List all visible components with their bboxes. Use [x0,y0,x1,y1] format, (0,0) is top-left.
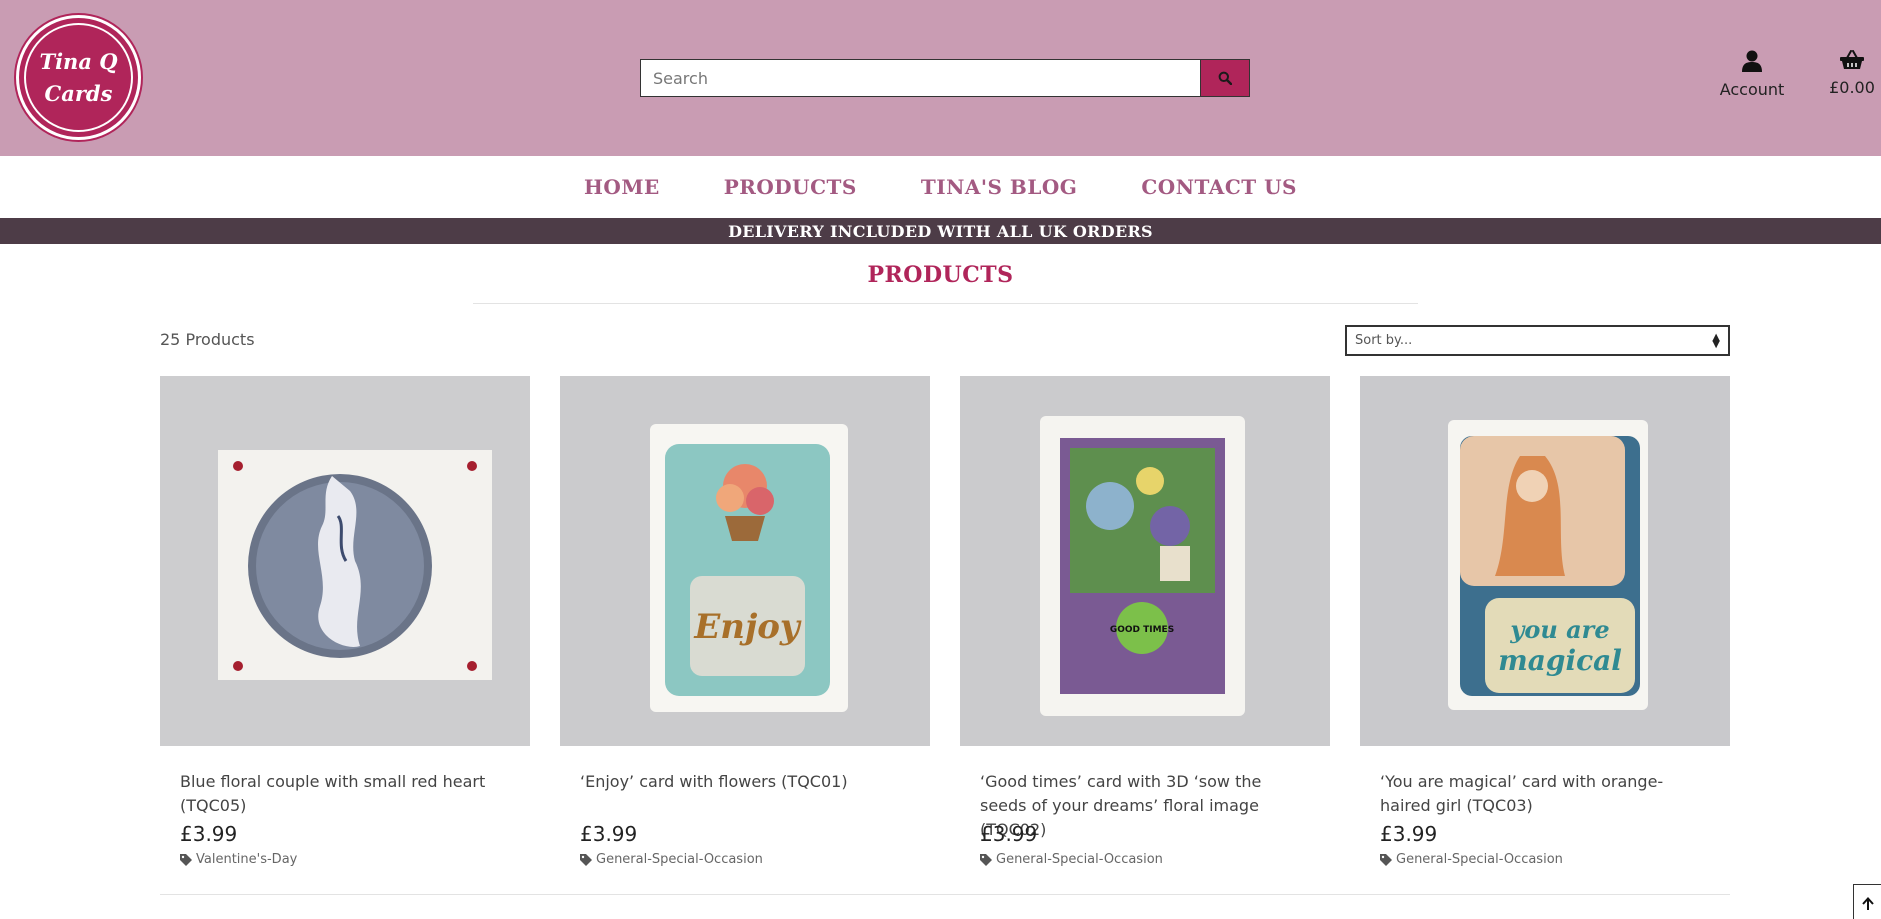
product-image-text: GOOD TIMES [1110,625,1174,635]
site-header: Tina Q Cards Account £0.00 [0,0,1881,156]
product-title[interactable]: ‘You are magical’ card with orange-haire… [1380,770,1710,818]
products-row-divider [160,894,1730,895]
product-category-link[interactable]: General-Special-Occasion [980,852,1310,867]
product-image[interactable]: you are magical [1360,376,1730,746]
product-image[interactable] [160,376,530,746]
nav-item-blog[interactable]: TINA'S BLOG [921,175,1078,199]
search-button[interactable] [1200,59,1250,97]
product-category: General-Special-Occasion [1396,852,1563,867]
sort-select-value: Sort by... [1355,333,1413,348]
product-price: £3.99 [180,822,238,846]
delivery-banner: DELIVERY INCLUDED WITH ALL UK ORDERS [0,218,1881,244]
back-to-top-button[interactable] [1853,884,1881,919]
logo-ring: Tina Q Cards [24,23,133,132]
product-image[interactable]: GOOD TIMES [960,376,1330,746]
tag-icon [980,853,992,866]
product-photo-enjoy: Enjoy [560,376,930,746]
product-photo-magical: you are magical [1360,376,1730,746]
nav-item-home[interactable]: HOME [584,175,660,199]
arrow-up-icon [1862,897,1874,910]
tag-icon [1380,853,1392,866]
product-category-link[interactable]: Valentine's-Day [180,852,510,867]
search-bar [640,59,1250,97]
account-label: Account [1719,80,1785,99]
search-input[interactable] [640,59,1200,97]
product-title[interactable]: ‘Enjoy’ card with flowers (TQC01) [580,770,910,818]
product-title[interactable]: ‘Good times’ card with 3D ‘sow the seeds… [980,770,1310,839]
account-link[interactable]: Account [1712,50,1792,99]
main-nav: HOME PRODUCTS TINA'S BLOG CONTACT US [0,156,1881,218]
product-card: GOOD TIMES ‘Good times’ card with 3D ‘so… [960,376,1330,867]
user-icon [1742,50,1762,72]
sort-select[interactable]: Sort by... ▲ ▼ [1345,325,1730,356]
delivery-banner-text: DELIVERY INCLUDED WITH ALL UK ORDERS [728,221,1153,241]
page-title: PRODUCTS [867,262,1014,288]
product-count: 25 Products [160,330,255,349]
logo-text-line1: Tina Q [39,48,118,74]
product-category-link[interactable]: General-Special-Occasion [580,852,910,867]
product-price: £3.99 [980,822,1038,846]
site-logo[interactable]: Tina Q Cards [16,15,141,140]
search-icon [1218,71,1232,85]
basket-link[interactable]: £0.00 [1822,50,1881,97]
product-category: Valentine's-Day [196,852,298,867]
product-photo-couple [160,376,530,746]
product-category: General-Special-Occasion [596,852,763,867]
nav-item-products[interactable]: PRODUCTS [724,175,857,199]
product-image-text-1: you are [1509,615,1609,644]
product-category: General-Special-Occasion [996,852,1163,867]
product-image[interactable]: Enjoy [560,376,930,746]
tag-icon [580,853,592,866]
product-price: £3.99 [580,822,638,846]
product-card: you are magical ‘You are magical’ card w… [1360,376,1730,867]
product-card: Enjoy ‘Enjoy’ card with flowers (TQC01) … [560,376,930,867]
product-title[interactable]: Blue floral couple with small red heart … [180,770,510,818]
tag-icon [180,853,192,866]
sort-arrows-icon: ▲ ▼ [1712,331,1720,350]
product-price: £3.99 [1380,822,1438,846]
product-card: Blue floral couple with small red heart … [160,376,530,867]
title-divider [473,303,1418,304]
product-image-text-2: magical [1498,644,1622,677]
basket-icon [1840,50,1864,69]
product-photo-good-times: GOOD TIMES [960,376,1330,746]
nav-item-contact[interactable]: CONTACT US [1141,175,1297,199]
product-image-text: Enjoy [693,607,802,647]
logo-text-line2: Cards [44,80,113,106]
product-category-link[interactable]: General-Special-Occasion [1380,852,1710,867]
basket-total: £0.00 [1829,78,1875,97]
